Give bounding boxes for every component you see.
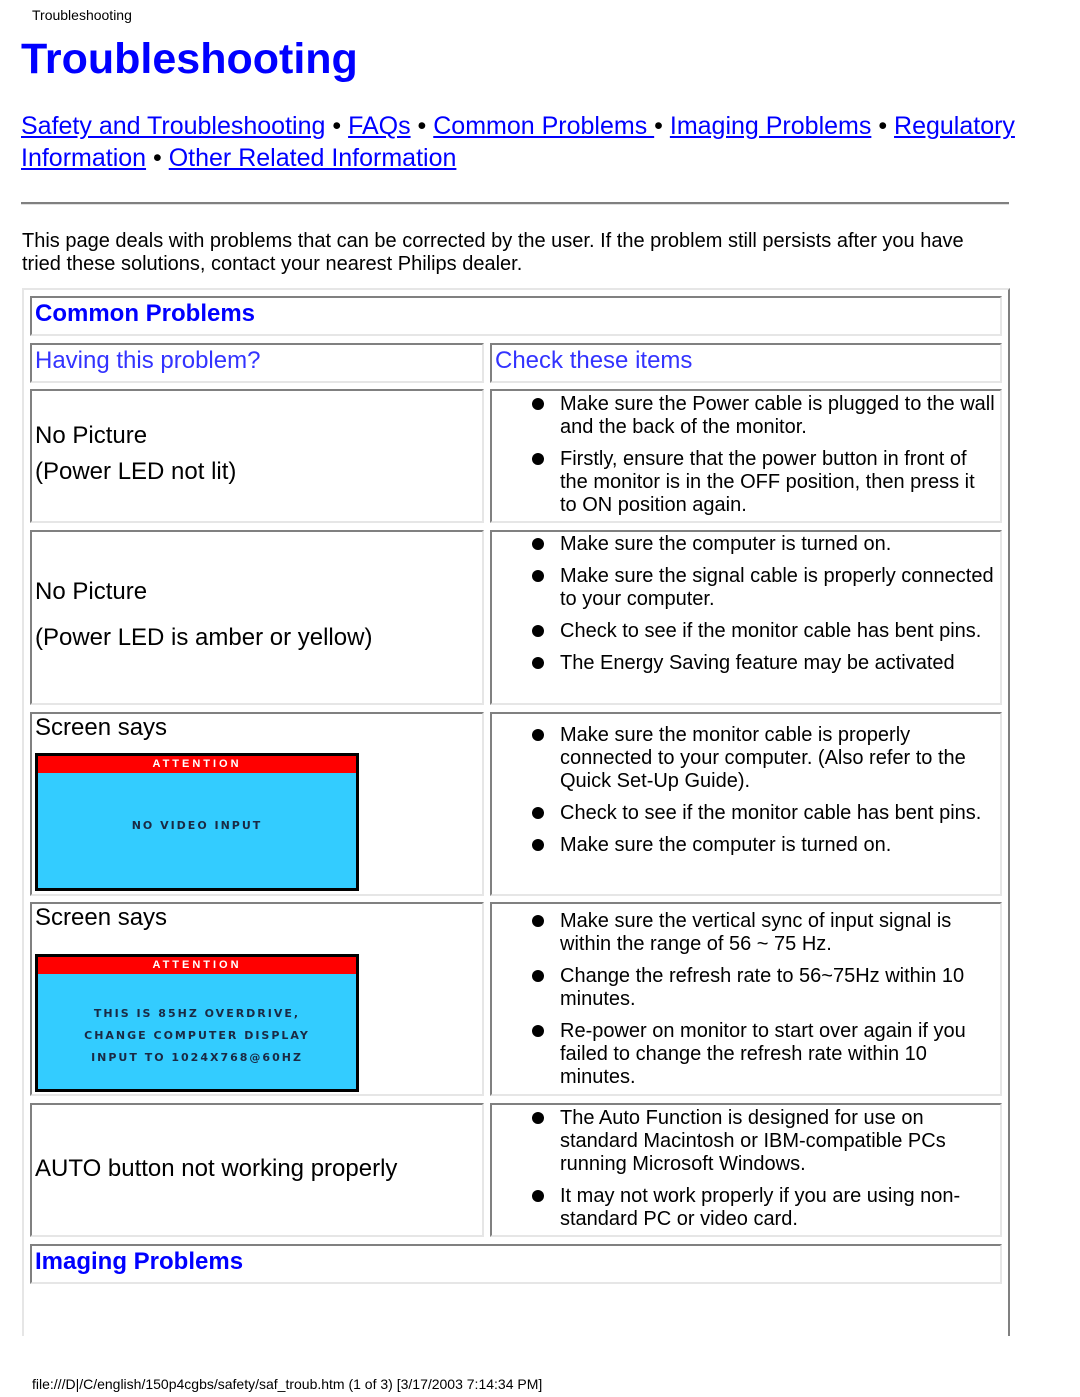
nav-link-faqs[interactable]: FAQs <box>348 112 411 140</box>
bullet-icon <box>532 839 544 851</box>
nav-separator: • <box>417 112 427 140</box>
list-item: Firstly, ensure that the power button in… <box>532 448 996 517</box>
table-row-solutions: Make sure the Power cable is plugged to … <box>490 389 1002 523</box>
bullet-icon <box>532 453 544 465</box>
problem-text: (Power LED not lit) <box>35 458 237 485</box>
list-item: Make sure the computer is turned on. <box>532 533 996 556</box>
osd-message-line: NO VIDEO INPUT <box>131 819 263 832</box>
problem-text: No Picture <box>35 578 148 605</box>
list-item: Check to see if the monitor cable has be… <box>532 620 996 643</box>
intro-paragraph: This page deals with problems that can b… <box>22 230 964 275</box>
table-row-solutions: Make sure the vertical sync of input sig… <box>490 902 1002 1096</box>
osd-message-line: THIS IS 85HZ OVERDRIVE, <box>93 1007 301 1020</box>
print-footer: file:///D|/C/english/150p4cgbs/safety/sa… <box>32 1376 543 1392</box>
list-item: The Energy Saving feature may be activat… <box>532 652 996 675</box>
bullet-icon <box>532 1112 544 1124</box>
problem-text: (Power LED is amber or yellow) <box>35 624 373 651</box>
problem-text: AUTO button not working properly <box>35 1155 398 1182</box>
nav-link-imaging-problems[interactable]: Imaging Problems <box>670 112 871 140</box>
section-header-common-problems: Common Problems <box>30 296 1002 336</box>
list-item: Make sure the computer is turned on. <box>532 834 996 857</box>
osd-message-line: INPUT TO 1024X768@60HZ <box>91 1051 303 1064</box>
table-row-problem: AUTO button not working properly <box>30 1103 484 1237</box>
nav-separator: • <box>332 112 342 140</box>
osd-header: ATTENTION <box>38 957 356 974</box>
problem-text: Screen says <box>35 904 168 931</box>
list-item: The Auto Function is designed for use on… <box>532 1107 996 1176</box>
table-row-problem: No Picture (Power LED is amber or yellow… <box>30 530 484 705</box>
osd-message-line: CHANGE COMPUTER DISPLAY <box>84 1029 310 1042</box>
section-title: Imaging Problems <box>35 1248 244 1275</box>
column-header-check: Check these items <box>490 343 1002 383</box>
problem-text: No Picture <box>35 422 148 449</box>
nav-link-common-problems[interactable]: Common Problems <box>433 112 654 140</box>
list-item: Re-power on monitor to start over again … <box>532 1020 996 1089</box>
list-item: Make sure the vertical sync of input sig… <box>532 910 996 956</box>
nav-separator: • <box>878 112 888 140</box>
nav-link-other-info[interactable]: Other Related Information <box>169 144 457 172</box>
table-row-problem: No Picture (Power LED not lit) <box>30 389 484 523</box>
bullet-icon <box>532 398 544 410</box>
section-nav: Safety and Troubleshooting • FAQs • Comm… <box>21 110 1021 174</box>
table-row-solutions: Make sure the computer is turned on. Mak… <box>490 530 1002 705</box>
list-item: Change the refresh rate to 56~75Hz withi… <box>532 965 996 1011</box>
nav-link-safety[interactable]: Safety and Troubleshooting <box>21 112 325 140</box>
problem-text: Screen says <box>35 714 168 741</box>
troubleshooting-table: Common Problems Having this problem? Che… <box>22 288 1010 1336</box>
nav-separator: • <box>153 144 162 172</box>
bullet-icon <box>532 970 544 982</box>
list-item: Make sure the monitor cable is properly … <box>532 724 996 793</box>
bullet-icon <box>532 570 544 582</box>
list-item: It may not work properly if you are usin… <box>532 1185 996 1231</box>
osd-header: ATTENTION <box>38 756 356 773</box>
list-item: Make sure the signal cable is properly c… <box>532 565 996 611</box>
nav-separator: • <box>654 112 663 140</box>
bullet-icon <box>532 1025 544 1037</box>
osd-message-image: ATTENTION NO VIDEO INPUT <box>35 753 359 891</box>
document-title: Troubleshooting <box>32 7 132 23</box>
bullet-icon <box>532 1190 544 1202</box>
table-row-problem: Screen says ATTENTION THIS IS 85HZ OVERD… <box>30 902 484 1096</box>
page-title: Troubleshooting <box>21 35 358 83</box>
column-header-problem: Having this problem? <box>30 343 484 383</box>
bullet-icon <box>532 538 544 550</box>
bullet-icon <box>532 807 544 819</box>
table-row-solutions: Make sure the monitor cable is properly … <box>490 712 1002 896</box>
bullet-icon <box>532 915 544 927</box>
list-item: Make sure the Power cable is plugged to … <box>532 393 996 439</box>
osd-message-image: ATTENTION THIS IS 85HZ OVERDRIVE, CHANGE… <box>35 954 359 1092</box>
column-header-label: Check these items <box>495 347 693 374</box>
list-item: Check to see if the monitor cable has be… <box>532 802 996 825</box>
table-row-solutions: The Auto Function is designed for use on… <box>490 1103 1002 1237</box>
column-header-label: Having this problem? <box>35 347 261 374</box>
bullet-icon <box>532 657 544 669</box>
bullet-icon <box>532 729 544 741</box>
section-header-imaging-problems: Imaging Problems <box>30 1244 1002 1284</box>
table-row-problem: Screen says ATTENTION NO VIDEO INPUT <box>30 712 484 896</box>
bullet-icon <box>532 625 544 637</box>
section-title: Common Problems <box>35 300 256 327</box>
divider <box>21 202 1009 205</box>
